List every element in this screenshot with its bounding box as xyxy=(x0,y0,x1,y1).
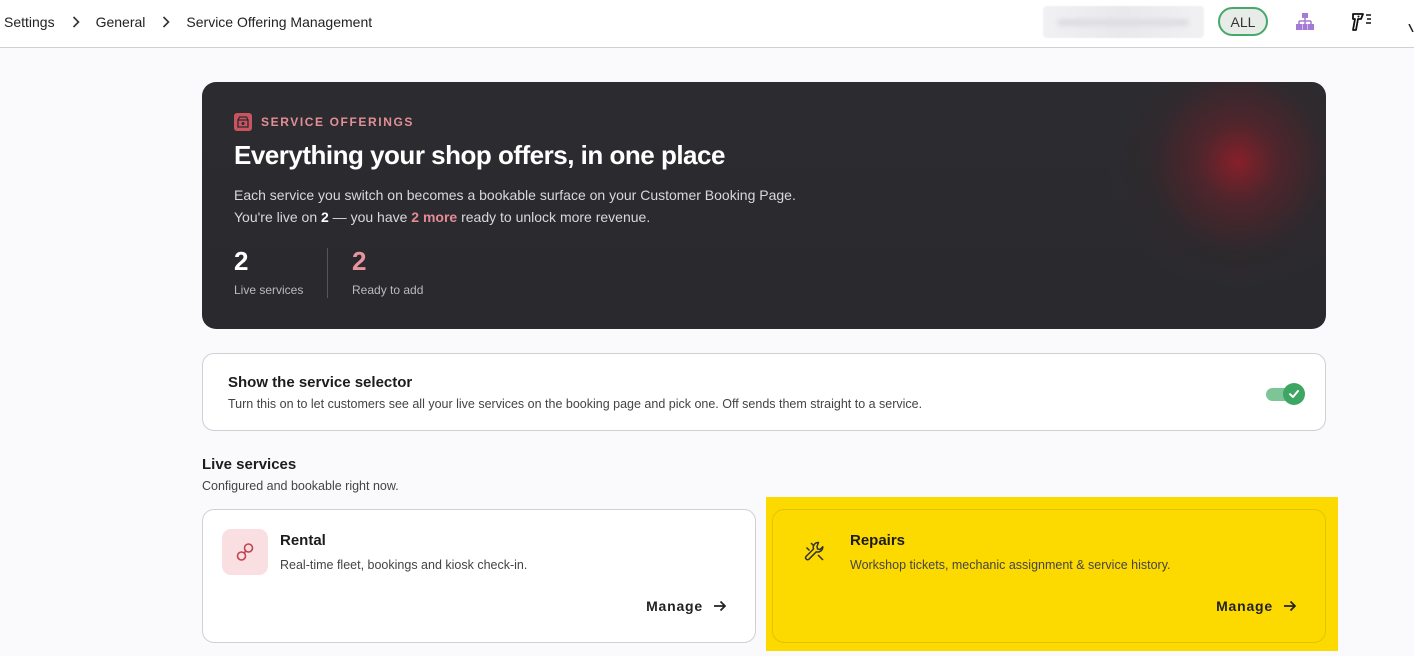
live-services-subtitle: Configured and bookable right now. xyxy=(202,479,399,493)
service-selector-toggle[interactable] xyxy=(1265,383,1305,405)
breadcrumb: Settings General Service Offering Manage… xyxy=(4,0,372,44)
stat-value: 2 xyxy=(352,246,367,276)
breadcrumb-item-current: Service Offering Management xyxy=(186,14,373,30)
hero-line2-mid: — you have xyxy=(328,209,412,225)
org-chart-icon[interactable] xyxy=(1293,10,1317,34)
stat-divider xyxy=(327,248,328,298)
stat-label: Ready to add xyxy=(352,283,424,297)
hero-description: Each service you switch on becomes a boo… xyxy=(234,184,796,228)
live-services-heading: Live services xyxy=(202,456,297,473)
hero-description-line1: Each service you switch on becomes a boo… xyxy=(234,187,796,203)
stat-ready-to-add: 2 Ready to add xyxy=(352,246,423,297)
service-card-title: Repairs xyxy=(850,532,906,549)
stat-value: 2 xyxy=(234,246,249,276)
service-selector-description: Turn this on to let customers see all yo… xyxy=(228,397,923,411)
hero-live-count: 2 xyxy=(321,209,329,225)
chevron-right-icon xyxy=(159,15,173,29)
service-selector-card: Show the service selector Turn this on t… xyxy=(202,353,1326,431)
store-icon xyxy=(234,113,252,131)
hero-description-line2: You're live on 2 — you have 2 more ready… xyxy=(234,206,796,228)
hero-line2-prefix: You're live on xyxy=(234,209,321,225)
breadcrumb-item-settings[interactable]: Settings xyxy=(4,14,55,30)
service-card-title: Rental xyxy=(280,532,326,549)
stat-live-services: 2 Live services xyxy=(234,246,303,297)
link-icon xyxy=(222,529,268,575)
hero-eyebrow-label: SERVICE OFFERINGS xyxy=(261,115,415,129)
stat-label: Live services xyxy=(234,283,304,297)
check-icon xyxy=(1283,383,1305,405)
chevron-right-icon xyxy=(69,15,83,29)
manage-label: Manage xyxy=(646,598,703,614)
blurred-account-field[interactable] xyxy=(1043,6,1204,38)
arrow-right-icon xyxy=(714,600,727,612)
service-selector-title: Show the service selector xyxy=(228,374,413,391)
arrow-right-icon xyxy=(1284,600,1297,612)
manage-rental-button[interactable]: Manage xyxy=(646,598,727,614)
manage-repairs-button[interactable]: Manage xyxy=(1216,598,1297,614)
location-filter-all-button[interactable]: ALL xyxy=(1218,7,1268,36)
service-card-rental[interactable]: Rental Real-time fleet, bookings and kio… xyxy=(202,509,756,643)
more-icon[interactable] xyxy=(1408,24,1414,32)
hero-line2-suffix: ready to unlock more revenue. xyxy=(457,209,651,225)
service-card-description: Workshop tickets, mechanic assignment & … xyxy=(850,558,1171,572)
manage-label: Manage xyxy=(1216,598,1273,614)
top-bar: Settings General Service Offering Manage… xyxy=(0,0,1414,48)
service-card-repairs[interactable]: Repairs Workshop tickets, mechanic assig… xyxy=(772,509,1326,643)
hero-eyebrow: SERVICE OFFERINGS xyxy=(234,113,414,131)
hero-more-count: 2 more xyxy=(411,209,458,225)
wrench-icon xyxy=(792,529,838,575)
breadcrumb-item-general[interactable]: General xyxy=(96,14,146,30)
hero-title: Everything your shop offers, in one plac… xyxy=(234,140,725,170)
service-offerings-hero: SERVICE OFFERINGS Everything your shop o… xyxy=(202,82,1326,329)
service-card-description: Real-time fleet, bookings and kiosk chec… xyxy=(280,558,528,572)
tool-list-icon[interactable] xyxy=(1350,10,1374,34)
